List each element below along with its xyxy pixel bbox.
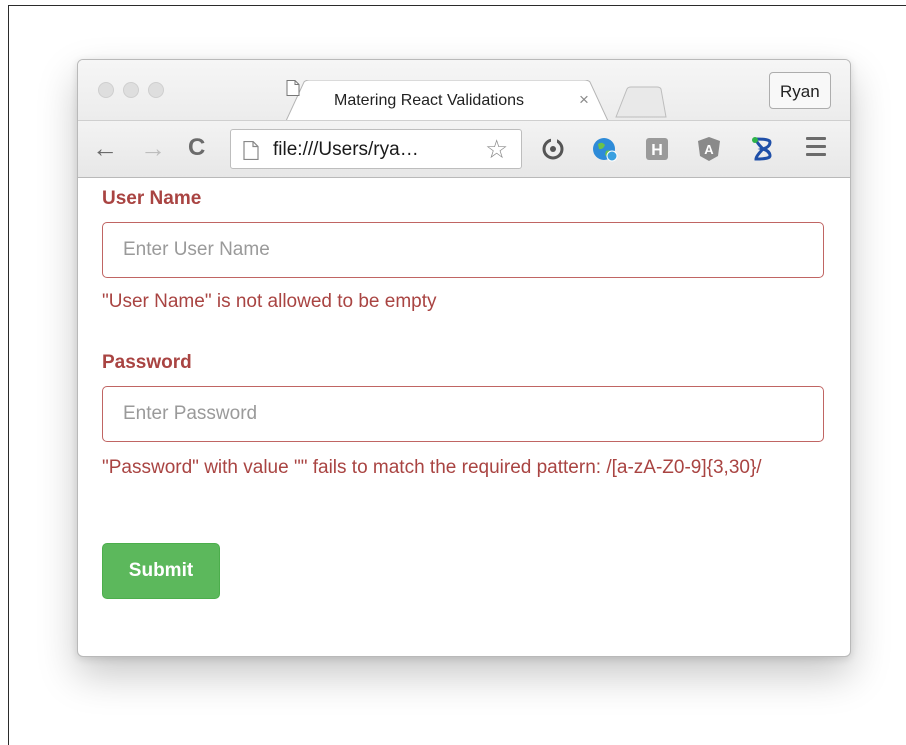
hourglass-icon[interactable] bbox=[750, 136, 776, 162]
document-icon bbox=[286, 80, 300, 96]
zoom-window-button[interactable] bbox=[148, 82, 164, 98]
reload-button[interactable]: C bbox=[188, 135, 205, 161]
title-bar: Matering React Validations × Ryan bbox=[78, 60, 850, 121]
username-error: "User Name" is not allowed to be empty bbox=[102, 291, 437, 312]
username-label: User Name bbox=[102, 188, 202, 209]
svg-text:A: A bbox=[704, 142, 714, 157]
h-extension-icon[interactable]: H bbox=[644, 136, 670, 162]
address-bar[interactable]: file:///Users/rya… ☆ bbox=[230, 129, 522, 169]
browser-window: Matering React Validations × Ryan ← → C … bbox=[77, 59, 851, 657]
menu-icon[interactable] bbox=[806, 137, 826, 161]
back-button[interactable]: ← bbox=[92, 135, 118, 161]
submit-button[interactable]: Submit bbox=[102, 543, 220, 599]
tab-title: Matering React Validations bbox=[334, 92, 525, 109]
forward-button[interactable]: → bbox=[140, 135, 166, 161]
password-label: Password bbox=[102, 352, 192, 373]
close-window-button[interactable] bbox=[98, 82, 114, 98]
username-input[interactable] bbox=[102, 222, 824, 278]
angular-shield-icon[interactable]: A bbox=[696, 136, 722, 162]
bookmark-star-icon[interactable]: ☆ bbox=[485, 136, 508, 162]
browser-tab[interactable]: Matering React Validations × bbox=[286, 80, 608, 121]
address-text: file:///Users/rya… bbox=[273, 139, 419, 160]
password-error: "Password" with value "" fails to match … bbox=[102, 457, 762, 478]
tab-close-icon[interactable]: × bbox=[579, 90, 589, 110]
sync-icon[interactable] bbox=[540, 136, 566, 162]
page-document-icon bbox=[243, 141, 259, 160]
profile-button[interactable]: Ryan bbox=[769, 72, 831, 109]
password-input[interactable] bbox=[102, 386, 824, 442]
svg-text:H: H bbox=[651, 142, 663, 159]
browser-toolbar: ← → C file:///Users/rya… ☆ H A bbox=[78, 120, 850, 178]
minimize-window-button[interactable] bbox=[123, 82, 139, 98]
globe-icon[interactable] bbox=[592, 136, 618, 162]
new-tab-button[interactable] bbox=[615, 86, 667, 118]
